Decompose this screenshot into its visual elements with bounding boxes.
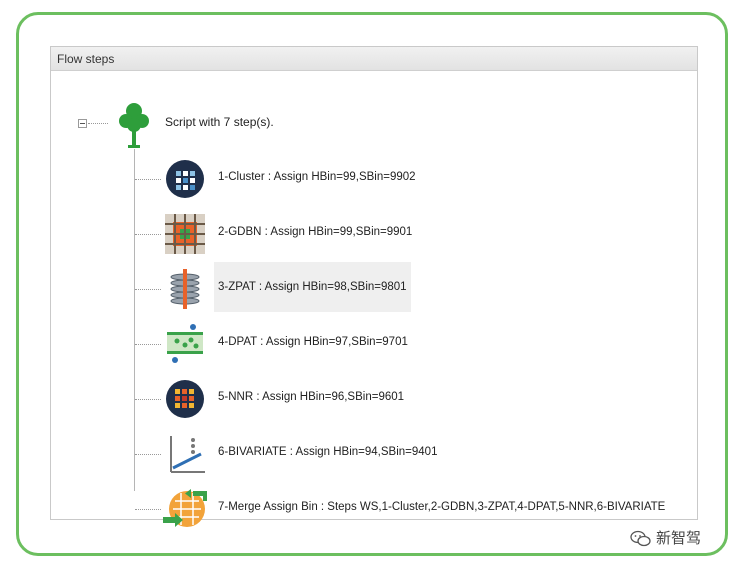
step-tree: Script with 7 step(s). 1-Cluster : Assig… <box>51 71 697 527</box>
tree-connector <box>135 289 161 290</box>
cluster-icon <box>166 160 204 198</box>
bivariate-chart-icon <box>170 436 205 473</box>
tree-connector <box>135 399 161 400</box>
tree-connector <box>135 179 161 180</box>
nnr-icon <box>166 380 204 418</box>
step-3-zpat[interactable]: 3-ZPAT : Assign HBin=98,SBin=9801 <box>135 262 695 314</box>
step-label: 2-GDBN : Assign HBin=99,SBin=9901 <box>218 226 413 238</box>
step-label: 4-DPAT : Assign HBin=97,SBin=9701 <box>218 336 408 348</box>
step-label: 6-BIVARIATE : Assign HBin=94,SBin=9401 <box>218 446 438 458</box>
step-7-merge[interactable]: 7-Merge Assign Bin : Steps WS,1-Cluster,… <box>135 484 695 534</box>
step-label: 1-Cluster : Assign HBin=99,SBin=9902 <box>218 171 416 183</box>
gdbn-grid-icon <box>165 214 205 254</box>
root-label[interactable]: Script with 7 step(s). <box>165 115 274 129</box>
flow-steps-panel: Flow steps Script with 7 step(s). 1-Clus… <box>50 46 698 527</box>
collapse-toggle[interactable] <box>78 119 87 128</box>
wechat-icon <box>630 530 651 546</box>
step-label: 3-ZPAT : Assign HBin=98,SBin=9801 <box>214 262 411 312</box>
step-label: 5-NNR : Assign HBin=96,SBin=9601 <box>218 391 405 403</box>
watermark: 新智驾 <box>630 527 701 548</box>
tree-icon <box>119 103 149 148</box>
tree-connector <box>135 344 161 345</box>
dpat-icon <box>167 324 203 363</box>
step-2-gdbn[interactable]: 2-GDBN : Assign HBin=99,SBin=9901 <box>135 209 695 259</box>
watermark-text: 新智驾 <box>656 529 702 547</box>
tree-connector <box>135 509 161 510</box>
step-label: 7-Merge Assign Bin : Steps WS,1-Cluster,… <box>218 501 666 513</box>
tree-connector <box>135 454 161 455</box>
tree-connector <box>135 234 161 235</box>
step-4-dpat[interactable]: 4-DPAT : Assign HBin=97,SBin=9701 <box>135 319 695 369</box>
step-5-nnr[interactable]: 5-NNR : Assign HBin=96,SBin=9601 <box>135 374 695 424</box>
step-6-bivariate[interactable]: 6-BIVARIATE : Assign HBin=94,SBin=9401 <box>135 429 695 479</box>
merge-icon <box>163 489 207 527</box>
step-1-cluster[interactable]: 1-Cluster : Assign HBin=99,SBin=9902 <box>135 154 695 204</box>
tree-connector <box>88 123 108 124</box>
panel-title: Flow steps <box>51 47 697 71</box>
zpat-stack-icon <box>170 269 200 309</box>
